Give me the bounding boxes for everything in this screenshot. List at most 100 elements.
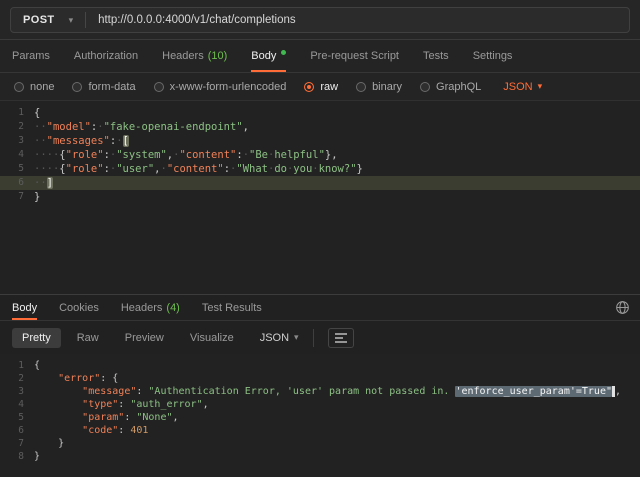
- body-type-form-data[interactable]: form-data: [72, 81, 135, 93]
- code-line[interactable]: 4 "type": "auth_error",: [0, 398, 640, 411]
- url-builder: POST ▾ http://0.0.0.0:4000/v1/chat/compl…: [10, 7, 630, 33]
- code-line[interactable]: 6··]: [0, 176, 640, 190]
- response-tabs: Body Cookies Headers(4) Test Results: [0, 294, 640, 321]
- request-tabs: Params Authorization Headers (10) Body Pr…: [0, 40, 640, 73]
- tab-tests[interactable]: Tests: [423, 40, 449, 72]
- tab-settings[interactable]: Settings: [473, 40, 513, 72]
- modified-dot-icon: [281, 50, 286, 55]
- view-raw-button[interactable]: Raw: [67, 328, 109, 348]
- radio-label: binary: [372, 81, 402, 93]
- request-body-editor[interactable]: 1{2··"model":·"fake-openai-endpoint",3··…: [0, 101, 640, 294]
- code-line[interactable]: 5····{"role":·"user",·"content":·"What·d…: [0, 162, 640, 176]
- radio-label: none: [30, 81, 54, 93]
- code-line[interactable]: 4····{"role":·"system",·"content":·"Be·h…: [0, 148, 640, 162]
- code-line[interactable]: 5 "param": "None",: [0, 411, 640, 424]
- response-header-icons: [615, 295, 630, 320]
- line-number: 6: [0, 176, 34, 190]
- view-pretty-button[interactable]: Pretty: [12, 328, 61, 348]
- response-toolbar: Pretty Raw Preview Visualize JSON ▾: [0, 321, 640, 354]
- tab-label: Body: [12, 302, 37, 314]
- response-tab-body[interactable]: Body: [12, 295, 37, 320]
- line-number: 7: [0, 437, 34, 450]
- chevron-down-icon: ▾: [294, 332, 299, 343]
- line-number: 3: [0, 385, 34, 398]
- code-line[interactable]: 2··"model":·"fake-openai-endpoint",: [0, 120, 640, 134]
- view-preview-button[interactable]: Preview: [115, 328, 174, 348]
- view-visualize-button[interactable]: Visualize: [180, 328, 244, 348]
- radio-icon: [72, 82, 82, 92]
- tab-label: Cookies: [59, 302, 99, 314]
- code-line[interactable]: 7 }: [0, 437, 640, 450]
- line-number: 5: [0, 162, 34, 176]
- code-line[interactable]: 3 "message": "Authentication Error, 'use…: [0, 385, 640, 398]
- line-number: 1: [0, 106, 34, 120]
- network-globe-icon[interactable]: [615, 300, 630, 315]
- tab-label: Authorization: [74, 50, 138, 62]
- tab-label: Test Results: [202, 302, 262, 314]
- response-tab-cookies[interactable]: Cookies: [59, 295, 99, 320]
- tab-label: Headers: [162, 50, 204, 62]
- body-type-none[interactable]: none: [14, 81, 54, 93]
- body-type-x-www-form-urlencoded[interactable]: x-www-form-urlencoded: [154, 81, 287, 93]
- tab-body[interactable]: Body: [251, 40, 286, 72]
- code-line[interactable]: 2 "error": {: [0, 372, 640, 385]
- request-language-select[interactable]: JSON ▾: [503, 81, 542, 93]
- url-input[interactable]: http://0.0.0.0:4000/v1/chat/completions: [86, 14, 629, 26]
- tab-authorization[interactable]: Authorization: [74, 40, 138, 72]
- chevron-down-icon: ▾: [69, 15, 74, 26]
- code-line[interactable]: 1{: [0, 106, 640, 120]
- wrap-lines-button[interactable]: [328, 328, 354, 348]
- tab-label: Headers: [121, 302, 163, 314]
- radio-icon: [420, 82, 430, 92]
- method-label: POST: [23, 14, 55, 26]
- language-label: JSON: [503, 81, 532, 93]
- radio-label: GraphQL: [436, 81, 481, 93]
- line-number: 2: [0, 120, 34, 134]
- radio-label: form-data: [88, 81, 135, 93]
- divider: [313, 329, 314, 347]
- response-tab-test-results[interactable]: Test Results: [202, 295, 262, 320]
- code-line[interactable]: 7}: [0, 190, 640, 204]
- line-number: 3: [0, 134, 34, 148]
- response-headers-count: (4): [166, 302, 179, 314]
- body-type-raw[interactable]: raw: [304, 81, 338, 93]
- response-tab-headers[interactable]: Headers(4): [121, 295, 180, 320]
- line-number: 6: [0, 424, 34, 437]
- url-bar: POST ▾ http://0.0.0.0:4000/v1/chat/compl…: [0, 0, 640, 40]
- tab-params[interactable]: Params: [12, 40, 50, 72]
- radio-label: x-www-form-urlencoded: [170, 81, 287, 93]
- radio-selected-icon: [304, 82, 314, 92]
- body-type-row: none form-data x-www-form-urlencoded raw…: [0, 73, 640, 101]
- tab-label: Settings: [473, 50, 513, 62]
- method-select[interactable]: POST ▾: [11, 14, 85, 26]
- headers-count: (10): [208, 50, 228, 62]
- code-line[interactable]: 1{: [0, 359, 640, 372]
- line-number: 4: [0, 148, 34, 162]
- tab-label: Params: [12, 50, 50, 62]
- wrap-lines-icon: [334, 332, 348, 344]
- line-number: 1: [0, 359, 34, 372]
- line-number: 8: [0, 450, 34, 463]
- chevron-down-icon: ▾: [538, 81, 543, 92]
- response-language-select[interactable]: JSON ▾: [260, 332, 299, 344]
- radio-icon: [154, 82, 164, 92]
- radio-label: raw: [320, 81, 338, 93]
- body-type-graphql[interactable]: GraphQL: [420, 81, 481, 93]
- language-label: JSON: [260, 332, 289, 344]
- radio-icon: [14, 82, 24, 92]
- tab-label: Tests: [423, 50, 449, 62]
- code-line[interactable]: 3··"messages":·[: [0, 134, 640, 148]
- response-body-editor[interactable]: 1{2 "error": {3 "message": "Authenticati…: [0, 354, 640, 476]
- code-line[interactable]: 8}: [0, 450, 640, 463]
- line-number: 5: [0, 411, 34, 424]
- code-line[interactable]: 6 "code": 401: [0, 424, 640, 437]
- body-type-binary[interactable]: binary: [356, 81, 402, 93]
- tab-label: Pre-request Script: [310, 50, 399, 62]
- line-number: 4: [0, 398, 34, 411]
- line-number: 2: [0, 372, 34, 385]
- tab-label: Body: [251, 50, 276, 62]
- tab-pre-request-script[interactable]: Pre-request Script: [310, 40, 399, 72]
- radio-icon: [356, 82, 366, 92]
- postman-window: POST ▾ http://0.0.0.0:4000/v1/chat/compl…: [0, 0, 640, 477]
- tab-headers[interactable]: Headers (10): [162, 40, 227, 72]
